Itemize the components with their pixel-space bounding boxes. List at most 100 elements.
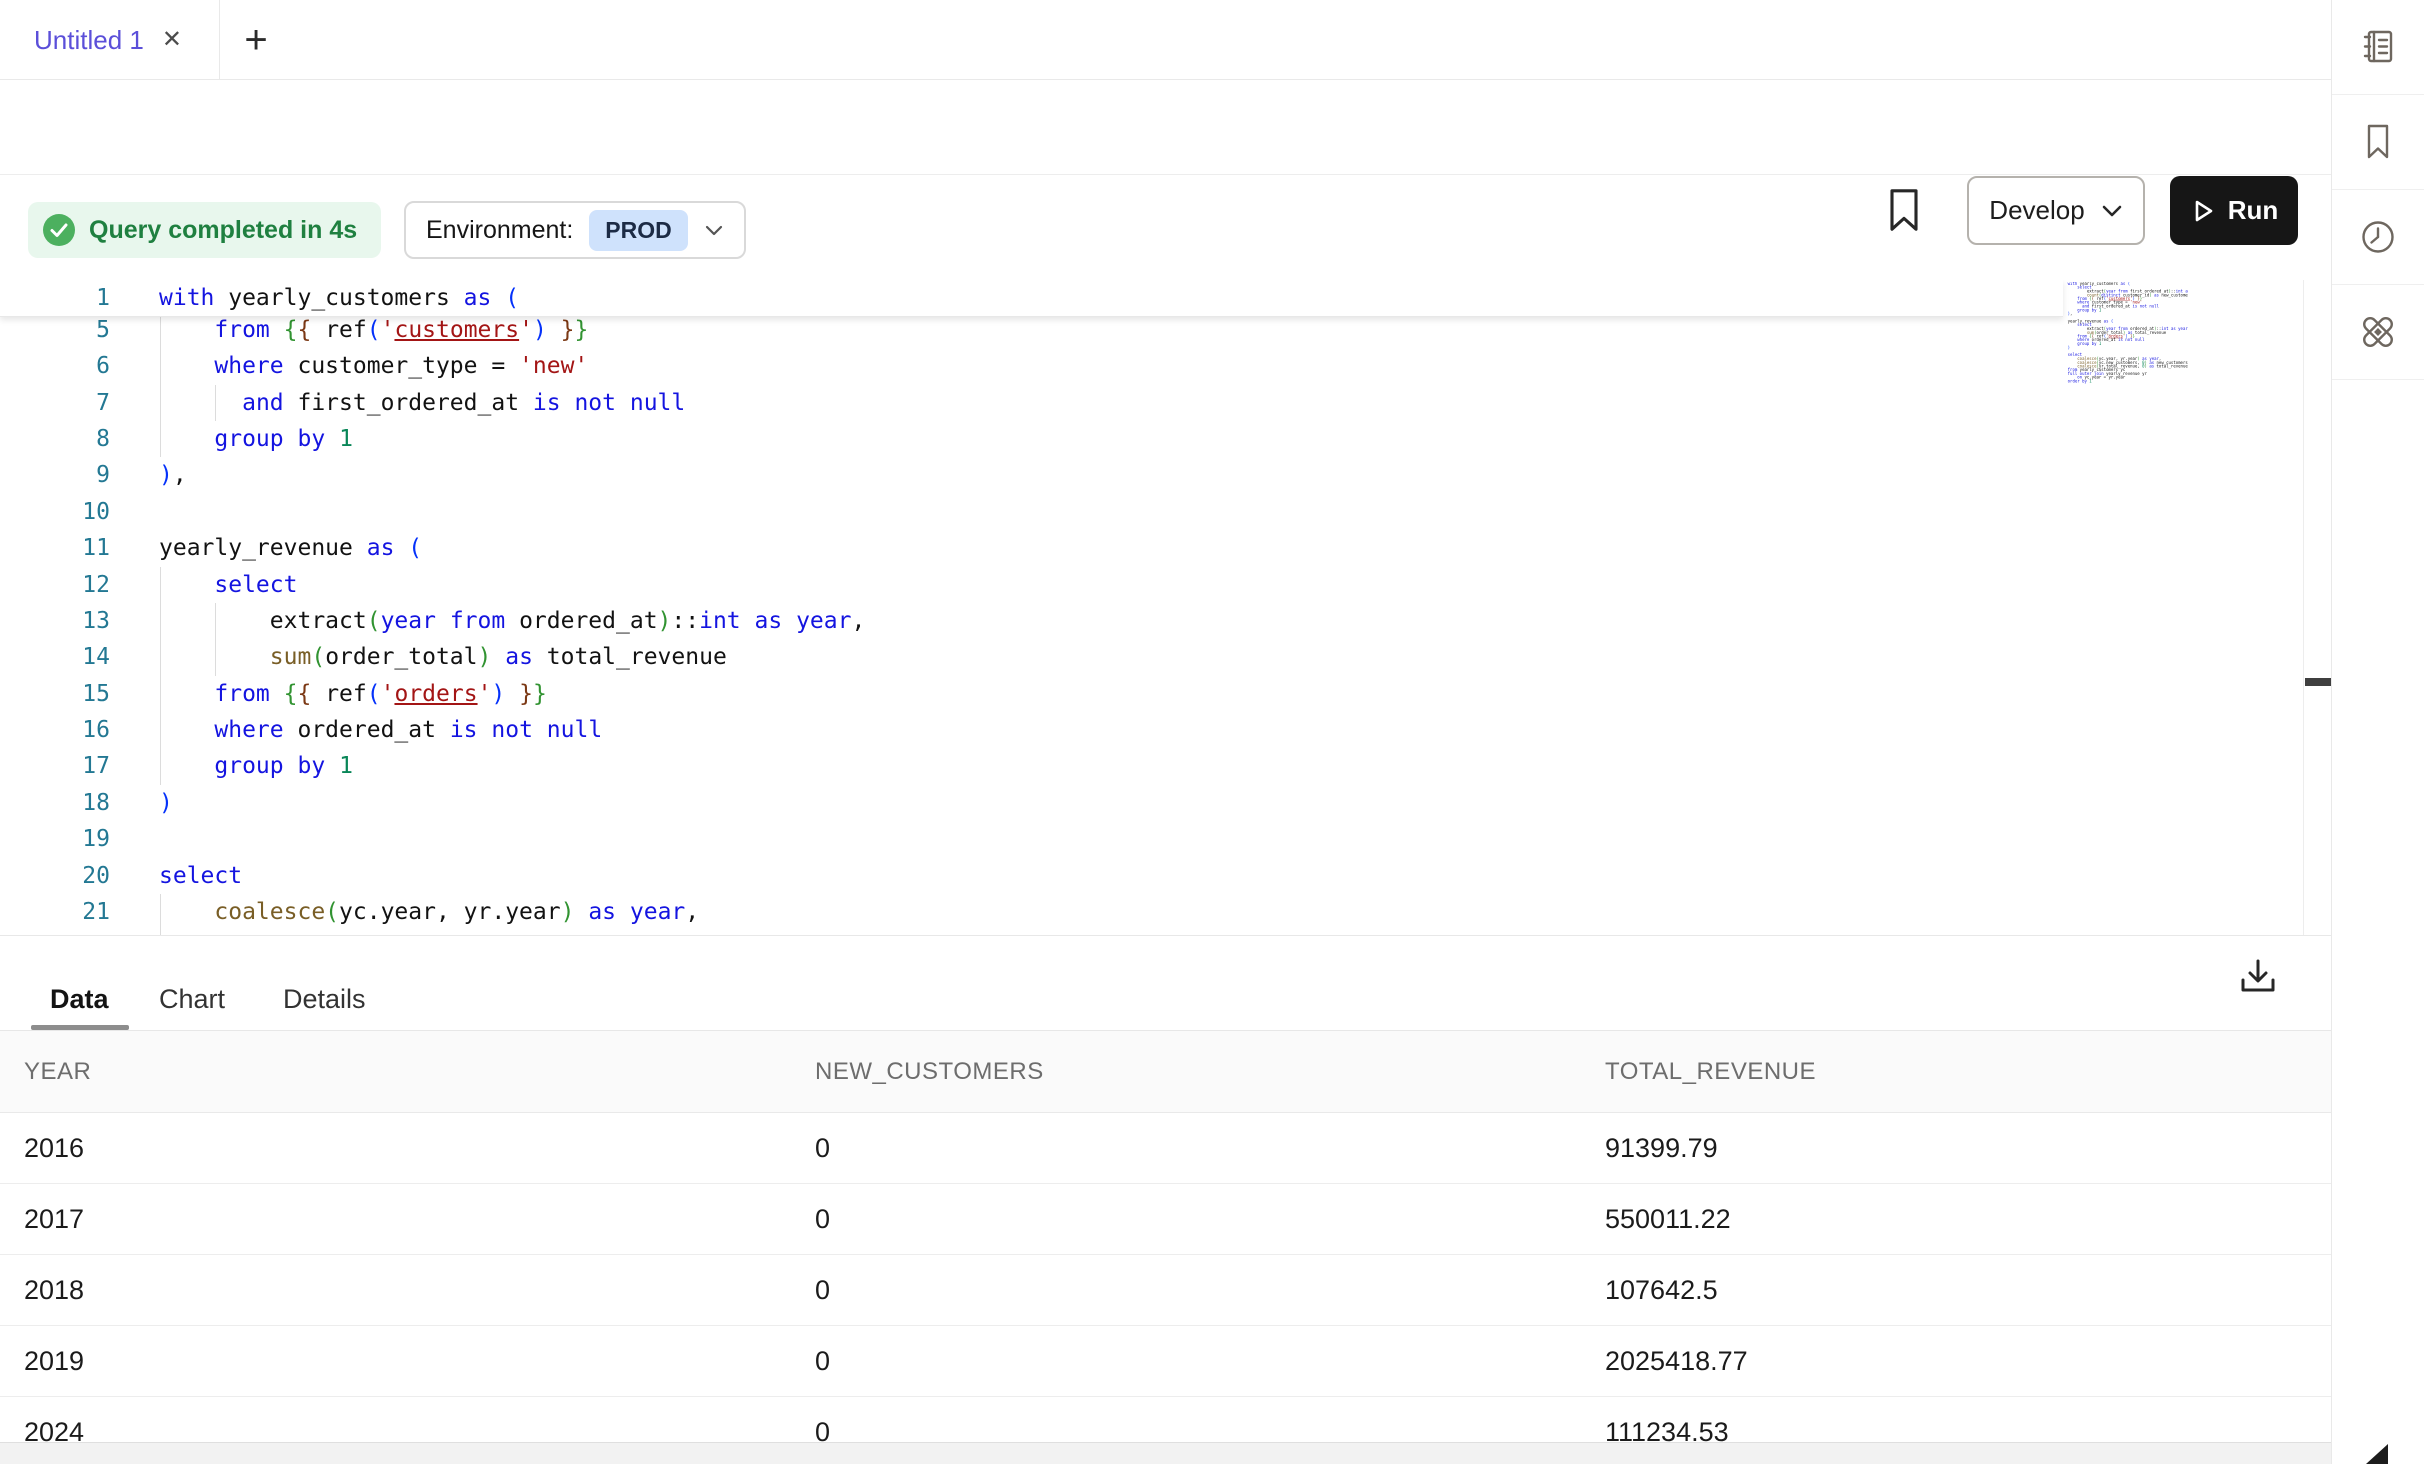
sticky-line: 1with yearly_customers as ( [0,280,2063,317]
column-header: TOTAL_REVENUE [1605,1031,1816,1112]
line-number: 5 [0,312,110,348]
line-number: 12 [0,567,110,603]
code-line[interactable]: 6 where customer_type = 'new' [0,348,2303,384]
results-panel: Data Chart Details YEAR NEW_CUSTOMERS TOTAL_… [0,935,2331,1464]
table-header-row: YEAR NEW_CUSTOMERS TOTAL_REVENUE [0,1030,2331,1113]
code-line[interactable]: 5 from {{ ref('customers') }} [0,312,2303,348]
notebook-icon [2358,27,2398,67]
line-number: 13 [0,603,110,639]
code-line[interactable]: 10 [0,494,2303,530]
table-cell: 2018 [24,1255,84,1326]
code-line[interactable]: 14 sum(order_total) as total_revenue [0,639,2303,675]
line-number: 16 [0,712,110,748]
sidebar-item-notebook[interactable] [2332,0,2424,95]
editor-tab-untitled-1[interactable]: Untitled 1 ✕ [0,0,220,80]
overview-ruler[interactable] [2303,280,2331,935]
code-line[interactable]: 20select [0,858,2303,894]
code-line[interactable]: 1with yearly_customers as ( [0,280,2063,316]
code-line[interactable]: 11yearly_revenue as ( [0,530,2303,566]
query-status-text: Query completed in 4s [89,216,357,245]
table-cell: 0 [815,1184,830,1255]
cursor-position-marker [2305,678,2331,686]
right-icon-sidebar [2331,0,2424,1464]
results-tab-data[interactable]: Data [50,984,109,1015]
line-number: 20 [0,858,110,894]
download-icon[interactable] [2238,956,2278,1000]
table-cell: 107642.5 [1605,1255,1718,1326]
history-clock-icon [2358,217,2398,257]
chevron-down-icon [2101,204,2123,218]
code-line[interactable]: 7 and first_ordered_at is not null [0,385,2303,421]
table-cell: 2017 [24,1184,84,1255]
line-number: 8 [0,421,110,457]
results-table: YEAR NEW_CUSTOMERS TOTAL_REVENUE 2016 0 9139… [0,1030,2331,1464]
column-header: NEW_CUSTOMERS [815,1031,1044,1112]
table-body: 2016 0 91399.79 2017 0 550011.22 2018 0 107642.5… [0,1113,2331,1464]
table-cell: 0 [815,1113,830,1184]
horizontal-scrollbar-track[interactable] [0,1442,2331,1464]
table-cell: 2025418.77 [1605,1326,1748,1397]
column-header: YEAR [24,1031,91,1112]
develop-label: Develop [1989,195,2084,226]
line-number: 9 [0,457,110,493]
line-number: 19 [0,821,110,857]
code-line[interactable]: 21 coalesce(yc.year, yr.year) as year, [0,894,2303,930]
table-cell: 91399.79 [1605,1113,1718,1184]
query-status-badge: Query completed in 4s [28,202,381,258]
code-line[interactable]: 15 from {{ ref('orders') }} [0,676,2303,712]
line-number: 17 [0,748,110,784]
play-icon [2190,198,2216,224]
table-row: 2018 0 107642.5 [0,1255,2331,1326]
line-number: 15 [0,676,110,712]
main-area: Untitled 1 ✕ + Develop Run [0,0,2331,1464]
table-row: 2017 0 550011.22 [0,1184,2331,1255]
results-tab-chart[interactable]: Chart [159,984,225,1015]
new-tab-button[interactable]: + [230,0,282,80]
line-number: 10 [0,494,110,530]
tab-bar: Untitled 1 ✕ + [0,0,2331,80]
code-editor[interactable]: 5 from {{ ref('customers') }}6 where cus… [0,280,2331,935]
table-cell: 0 [815,1326,830,1397]
code-line[interactable]: 12 select [0,567,2303,603]
line-number: 1 [0,280,110,316]
table-row: 2016 0 91399.79 [0,1113,2331,1184]
close-icon[interactable]: ✕ [162,28,182,52]
bookmark-icon[interactable] [1882,186,1926,234]
sidebar-item-bookmarks[interactable] [2332,95,2424,190]
sidebar-item-history[interactable] [2332,190,2424,285]
environment-value-badge: PROD [589,210,687,251]
line-number: 7 [0,385,110,421]
code-line[interactable]: 19 [0,821,2303,857]
run-button[interactable]: Run [2170,176,2298,245]
toolbar: Develop Run [0,80,2331,175]
line-number: 6 [0,348,110,384]
table-cell: 0 [815,1255,830,1326]
lineage-knot-icon [2357,311,2399,353]
tab-title: Untitled 1 [34,25,144,56]
code-line[interactable]: 8 group by 1 [0,421,2303,457]
code-line[interactable]: 17 group by 1 [0,748,2303,784]
sidebar-item-lineage[interactable] [2332,285,2424,380]
line-number: 11 [0,530,110,566]
develop-dropdown[interactable]: Develop [1967,176,2145,245]
code-line[interactable]: 13 extract(year from ordered_at)::int as… [0,603,2303,639]
editor-lines: 5 from {{ ref('customers') }}6 where cus… [0,312,2303,935]
code-line[interactable]: 18) [0,785,2303,821]
run-label: Run [2228,195,2279,226]
chevron-down-icon [704,224,724,237]
results-tab-details[interactable]: Details [283,984,366,1015]
bookmark-icon [2358,122,2398,162]
line-number: 21 [0,894,110,930]
environment-label: Environment: [426,216,573,245]
line-number: 18 [0,785,110,821]
environment-selector[interactable]: Environment: PROD [404,201,746,259]
line-number: 14 [0,639,110,675]
code-line[interactable]: 16 where ordered_at is not null [0,712,2303,748]
check-circle-icon [42,213,76,247]
table-cell: 2016 [24,1113,84,1184]
table-cell: 2019 [24,1326,84,1397]
table-row: 2019 0 2025418.77 [0,1326,2331,1397]
table-cell: 550011.22 [1605,1184,1731,1255]
minimap[interactable]: with yearly_customers as ( select extrac… [2063,282,2188,390]
code-line[interactable]: 9), [0,457,2303,493]
